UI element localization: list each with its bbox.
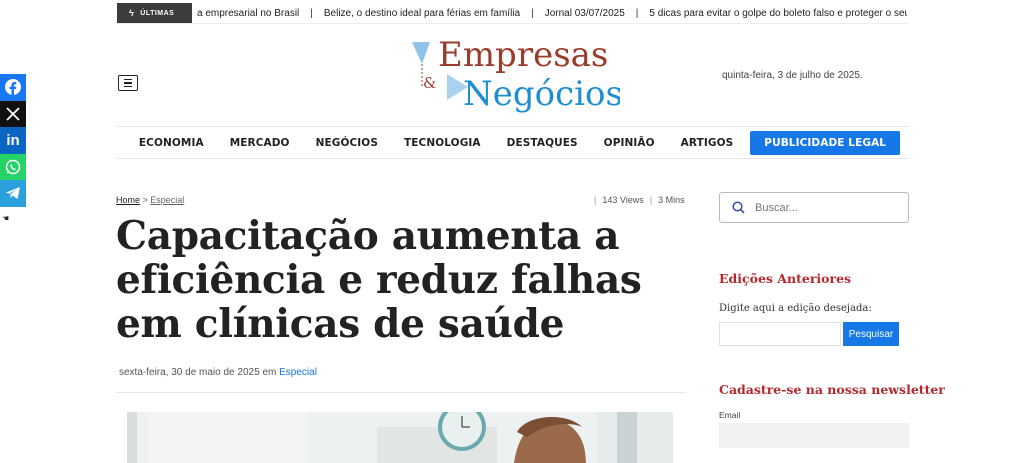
email-label: Email (719, 410, 741, 420)
divider (116, 392, 686, 393)
facebook-icon[interactable] (0, 74, 26, 101)
ticker-item[interactable]: 5 dicas para evitar o golpe do boleto fa… (649, 8, 907, 19)
logo-bottom-text: Negócios (463, 74, 620, 114)
x-icon[interactable] (0, 100, 26, 127)
whatsapp-icon[interactable] (0, 153, 26, 180)
nav-item-mercado[interactable]: MERCADO (217, 137, 303, 149)
article-category-link[interactable]: Especial (279, 367, 317, 378)
search-input[interactable] (755, 201, 895, 214)
newsletter-title: Cadastre-se na nossa newsletter (719, 382, 945, 397)
news-ticker: ϟ ÚLTIMAS a empresarial no Brasil | Beli… (117, 3, 907, 23)
site-logo[interactable]: Empresas & Negócios (410, 34, 623, 116)
divider (117, 126, 909, 127)
telegram-icon[interactable] (0, 180, 26, 207)
search-icon (732, 201, 745, 214)
ticker-label-text: ÚLTIMAS (140, 9, 175, 17)
publicidade-legal-button[interactable]: PUBLICIDADE LEGAL (750, 130, 901, 155)
menu-button[interactable] (118, 75, 138, 91)
article-title: Capacitação aumenta a eficiência e reduz… (116, 213, 642, 347)
nav-item-economia[interactable]: ECONOMIA (126, 137, 217, 149)
breadcrumb: Home > Especial (116, 195, 184, 205)
search-box[interactable] (719, 192, 909, 223)
email-field[interactable] (719, 423, 909, 448)
nav-item-tecnologia[interactable]: TECNOLOGIA (391, 137, 494, 149)
share-bar: in (0, 74, 26, 207)
ticker-separator: | (310, 7, 313, 19)
breadcrumb-section[interactable]: Especial (150, 195, 184, 205)
logo-top-text: Empresas (438, 35, 608, 75)
breadcrumb-home[interactable]: Home (116, 195, 140, 205)
menu-icon-bar (124, 85, 132, 88)
views-count: 143 Views (602, 195, 644, 205)
read-time: 3 Mins (658, 195, 685, 205)
pesquisar-button[interactable]: Pesquisar (843, 322, 899, 346)
ticker-separator: | (635, 7, 639, 19)
nav-item-negocios[interactable]: NEGÓCIOS (303, 137, 391, 149)
main-nav: ECONOMIA MERCADO NEGÓCIOS TECNOLOGIA DES… (117, 130, 909, 155)
breadcrumb-separator: > (140, 195, 151, 205)
hand-icon: ☚ (2, 214, 10, 223)
edition-input[interactable] (719, 322, 841, 346)
divider (117, 23, 909, 24)
nav-item-opiniao[interactable]: OPINIÃO (591, 137, 668, 149)
logo-amp: & (423, 74, 436, 92)
article-stats: | 143 Views | 3 Mins (594, 195, 685, 205)
ticker-item[interactable]: a empresarial no Brasil (197, 8, 299, 19)
ticker-label: ϟ ÚLTIMAS (117, 3, 192, 23)
bolt-icon: ϟ (129, 8, 135, 18)
byline-in: em (262, 367, 277, 378)
menu-icon-bar (124, 82, 132, 84)
nav-item-destaques[interactable]: DESTAQUES (494, 137, 591, 149)
editions-title: Edições Anteriores (719, 271, 852, 286)
article-hero-image (127, 412, 673, 463)
editions-label: Digite aqui a edição desejada: (719, 303, 872, 314)
divider: | (649, 195, 653, 205)
ticker-item[interactable]: Belize, o destino ideal para férias em f… (324, 8, 520, 19)
ticker-item[interactable]: Jornal 03/07/2025 (545, 8, 625, 19)
ticker-separator: | (531, 7, 534, 19)
linkedin-icon[interactable]: in (0, 127, 26, 154)
divider (117, 158, 909, 159)
divider: | (594, 195, 597, 205)
menu-icon-bar (124, 78, 132, 81)
nav-item-artigos[interactable]: ARTIGOS (668, 137, 747, 149)
header-date: quinta-feira, 3 de julho de 2025. (722, 70, 863, 81)
ticker-track: a empresarial no Brasil | Belize, o dest… (197, 8, 907, 19)
article-date: sexta-feira, 30 de maio de 2025 (119, 367, 260, 378)
article-byline: sexta-feira, 30 de maio de 2025 em Espec… (119, 367, 317, 378)
